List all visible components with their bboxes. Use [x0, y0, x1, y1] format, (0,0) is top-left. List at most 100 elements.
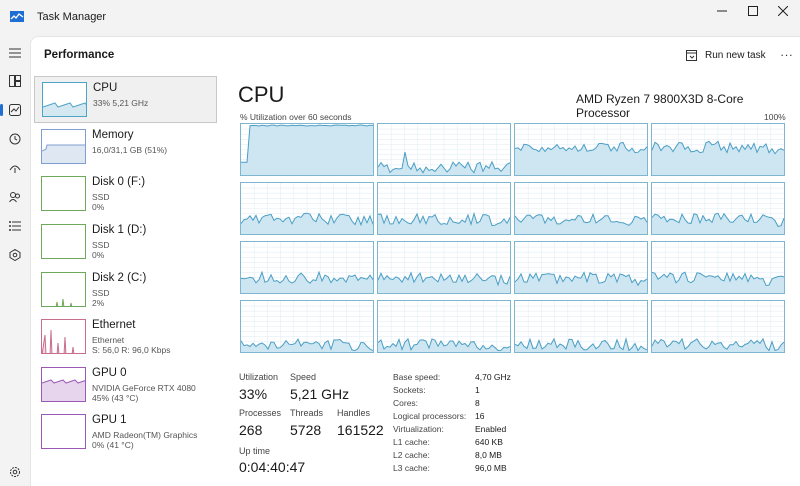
nav-rail — [0, 34, 30, 486]
device-detail: 33% 5,21 GHz — [93, 98, 149, 108]
core-graph-5 — [377, 182, 511, 235]
device-name: Disk 2 (C:) — [92, 272, 147, 284]
processes-label: Processes — [239, 408, 282, 418]
core-graph-12 — [240, 300, 374, 353]
nav-services[interactable] — [5, 245, 25, 265]
nav-processes[interactable] — [5, 71, 25, 91]
run-task-icon — [686, 49, 697, 61]
close-button[interactable] — [768, 0, 798, 22]
utilization-label: Utilization — [239, 372, 279, 382]
device-detail: NVIDIA GeForce RTX 4080 — [92, 383, 196, 393]
spec-label: Virtualization: — [393, 424, 444, 434]
core-graph-8 — [240, 241, 374, 294]
spec-label: Sockets: — [393, 385, 426, 395]
nav-details[interactable] — [5, 216, 25, 236]
device-detail: 0% — [92, 250, 105, 260]
spec-label: L1 cache: — [393, 437, 430, 447]
device-item-gpu-0[interactable]: GPU 0 NVIDIA GeForce RTX 4080 45% (43 °C) — [34, 362, 217, 409]
core-graph-1 — [377, 123, 511, 176]
services-icon — [9, 249, 21, 261]
device-name: GPU 1 — [92, 414, 127, 426]
core-graph-7 — [651, 182, 785, 235]
nav-settings[interactable] — [5, 462, 25, 482]
performance-icon — [9, 104, 21, 116]
device-thumbnail-graph — [41, 129, 86, 164]
core-graph-9 — [377, 241, 511, 294]
nav-startup-apps[interactable] — [5, 158, 25, 178]
device-detail: SSD — [92, 192, 110, 202]
device-detail: Ethernet — [92, 335, 125, 345]
core-graph-2 — [514, 123, 648, 176]
device-name: Disk 1 (D:) — [92, 224, 147, 236]
device-item-disk-2[interactable]: Disk 2 (C:) SSD 2% — [34, 267, 217, 314]
device-detail: 0% — [92, 202, 105, 212]
device-item-gpu-1[interactable]: GPU 1 AMD Radeon(TM) Graphics 0% (41 °C) — [34, 409, 217, 456]
device-detail: 16,0/31,1 GB (51%) — [92, 145, 168, 155]
core-graph-6 — [514, 182, 648, 235]
spec-value: 8 — [475, 398, 480, 408]
spec-value: 96,0 MB — [475, 463, 507, 473]
title-bar: Task Manager — [0, 0, 800, 34]
spec-value: 1 — [475, 385, 480, 395]
handles-value: 161522 — [337, 422, 384, 438]
more-options-button[interactable]: ... — [777, 45, 797, 63]
spec-label: Base speed: — [393, 372, 441, 382]
maximize-icon — [748, 6, 758, 16]
nav-menu-button[interactable] — [5, 43, 25, 63]
cpu-core-graphs — [240, 123, 785, 353]
nav-users[interactable] — [5, 187, 25, 207]
device-name: Memory — [92, 129, 134, 141]
core-graph-10 — [514, 241, 648, 294]
device-item-memory[interactable]: Memory 16,0/31,1 GB (51%) — [34, 124, 217, 171]
device-item-disk-1[interactable]: Disk 1 (D:) SSD 0% — [34, 219, 217, 266]
spec-value: 640 KB — [475, 437, 503, 447]
speed-label: Speed — [290, 372, 317, 382]
processes-value: 268 — [239, 422, 263, 438]
speed-value: 5,21 GHz — [290, 386, 350, 402]
device-item-cpu[interactable]: CPU 33% 5,21 GHz — [34, 76, 217, 123]
device-detail: 45% (43 °C) — [92, 393, 139, 403]
startup-icon — [9, 165, 21, 173]
details-icon — [9, 221, 21, 231]
nav-performance[interactable] — [0, 100, 25, 120]
spec-value: 8,0 MB — [475, 450, 502, 460]
spec-label: Cores: — [393, 398, 419, 408]
device-detail: SSD — [92, 288, 110, 298]
core-graph-11 — [651, 241, 785, 294]
spec-value: Enabled — [475, 424, 507, 434]
device-item-disk-0[interactable]: Disk 0 (F:) SSD 0% — [34, 171, 217, 218]
run-new-task-button[interactable]: Run new task — [686, 46, 766, 64]
device-name: CPU — [93, 82, 118, 94]
spec-value: 4,70 GHz — [475, 372, 511, 382]
device-thumbnail-graph — [42, 82, 87, 117]
device-thumbnail-graph — [41, 176, 86, 211]
core-graph-15 — [651, 300, 785, 353]
device-name: Disk 0 (F:) — [92, 176, 146, 188]
processes-icon — [9, 75, 21, 87]
window-title: Task Manager — [37, 11, 107, 23]
close-icon — [778, 6, 788, 16]
device-thumbnail-graph — [41, 414, 86, 449]
threads-value: 5728 — [290, 422, 322, 438]
device-thumbnail-graph — [41, 224, 86, 259]
device-detail: 2% — [92, 298, 105, 308]
device-detail: AMD Radeon(TM) Graphics — [92, 430, 198, 440]
spec-label: Logical processors: — [393, 411, 467, 421]
utilization-max-label: 100% — [764, 112, 786, 122]
device-thumbnail-graph — [41, 319, 86, 354]
core-graph-13 — [377, 300, 511, 353]
device-name: Ethernet — [92, 319, 136, 331]
hamburger-icon — [9, 48, 21, 58]
utilization-value: 33% — [239, 386, 268, 402]
page-title: Performance — [44, 49, 115, 61]
device-item-ethernet[interactable]: Ethernet Ethernet S: 56,0 R: 96,0 Kbps — [34, 314, 217, 361]
nav-app-history[interactable] — [5, 129, 25, 149]
device-detail: SSD — [92, 240, 110, 250]
maximize-button[interactable] — [738, 0, 768, 22]
minimize-icon — [717, 10, 727, 12]
device-detail: 0% (41 °C) — [92, 440, 134, 450]
spec-label: L2 cache: — [393, 450, 430, 460]
utilization-graph-label: % Utilization over 60 seconds — [240, 112, 352, 122]
users-icon — [9, 192, 20, 203]
minimize-button[interactable] — [707, 0, 737, 22]
